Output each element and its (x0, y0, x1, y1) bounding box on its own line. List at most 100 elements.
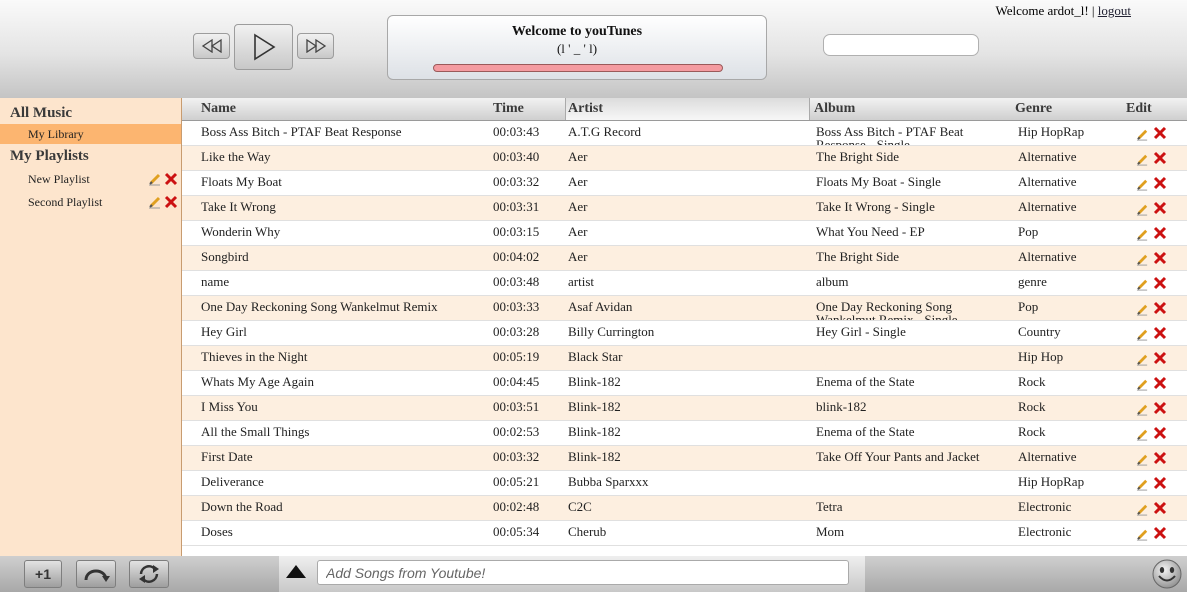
song-album: blink-182 (816, 399, 867, 414)
edit-cell (1136, 221, 1170, 245)
delete-icon[interactable] (1153, 125, 1167, 145)
pencil-icon[interactable] (1136, 176, 1149, 195)
delete-icon[interactable] (1153, 150, 1167, 170)
delete-icon[interactable] (1153, 425, 1167, 445)
song-genre: Hip HopRap (1018, 474, 1085, 489)
sidebar-item-playlist[interactable]: New Playlist (0, 169, 181, 189)
pencil-icon[interactable] (1136, 301, 1149, 320)
column-header-time[interactable]: Time (493, 98, 565, 120)
pencil-icon[interactable] (1136, 526, 1149, 545)
shuffle-loop-button[interactable] (129, 560, 169, 588)
delete-icon[interactable] (1153, 200, 1167, 220)
pencil-icon[interactable] (1136, 151, 1149, 170)
table-row[interactable]: Whats My Age Again 00:04:45 Blink-182 Enema… (182, 371, 1187, 396)
pencil-icon[interactable] (1136, 226, 1149, 245)
delete-icon[interactable] (1153, 250, 1167, 270)
table-row[interactable]: Boss Ass Bitch - PTAF Beat Response 00:03… (182, 121, 1187, 146)
pencil-icon[interactable] (1136, 251, 1149, 270)
table-row[interactable]: Deliverance 00:05:21 Bubba Sparxxx Hip HopR… (182, 471, 1187, 496)
song-table: Boss Ass Bitch - PTAF Beat Response 00:03… (182, 121, 1187, 556)
repeat-one-button[interactable] (76, 560, 116, 588)
delete-icon[interactable] (1153, 400, 1167, 420)
song-time: 00:02:48 (493, 499, 540, 514)
song-name: Take It Wrong (201, 199, 276, 214)
delete-icon[interactable] (1153, 475, 1167, 495)
add-song-input[interactable] (317, 560, 849, 585)
table-row[interactable]: Like the Way 00:03:40 Aer The Bright Side Al… (182, 146, 1187, 171)
column-header-album[interactable]: Album (814, 98, 1014, 120)
pencil-icon[interactable] (1136, 376, 1149, 395)
delete-icon[interactable] (1153, 375, 1167, 395)
expand-up-icon[interactable] (285, 564, 307, 580)
delete-icon[interactable] (1153, 300, 1167, 320)
song-album: Hey Girl - Single (816, 324, 906, 339)
column-header-genre[interactable]: Genre (1015, 98, 1115, 120)
delete-icon[interactable] (164, 195, 178, 209)
pencil-icon[interactable] (1136, 326, 1149, 345)
logout-link[interactable]: logout (1098, 3, 1131, 18)
table-row[interactable]: name 00:03:48 artist album genre (182, 271, 1187, 296)
table-row[interactable]: Down the Road 00:02:48 C2C Tetra Electronic (182, 496, 1187, 521)
song-album: Enema of the State (816, 424, 915, 439)
song-artist: artist (568, 274, 594, 289)
table-row[interactable]: Songbird 00:04:02 Aer The Bright Side Altern… (182, 246, 1187, 271)
song-album: What You Need - EP (816, 224, 925, 239)
pencil-icon[interactable] (1136, 276, 1149, 295)
delete-icon[interactable] (164, 172, 178, 186)
pencil-icon[interactable] (1136, 501, 1149, 520)
song-album: Enema of the State (816, 374, 915, 389)
delete-icon[interactable] (1153, 500, 1167, 520)
delete-icon[interactable] (1153, 275, 1167, 295)
delete-icon[interactable] (1153, 350, 1167, 370)
all-music-heading: All Music (10, 105, 73, 121)
pencil-icon[interactable] (1136, 401, 1149, 420)
pencil-icon[interactable] (1136, 476, 1149, 495)
table-row[interactable]: One Day Reckoning Song Wankelmut Remix 00… (182, 296, 1187, 321)
sidebar-item-playlist[interactable]: Second Playlist (0, 192, 181, 212)
table-row[interactable]: Floats My Boat 00:03:32 Aer Floats My Boat … (182, 171, 1187, 196)
delete-icon[interactable] (1153, 325, 1167, 345)
delete-icon[interactable] (1153, 525, 1167, 545)
sidebar-item-my-library[interactable]: My Library (0, 124, 181, 144)
pencil-icon[interactable] (1136, 201, 1149, 220)
play-button[interactable] (234, 24, 293, 70)
delete-icon[interactable] (1153, 175, 1167, 195)
welcome-text: Welcome ardot_l! | (995, 3, 1095, 18)
song-time: 00:03:32 (493, 174, 540, 189)
song-artist: Aer (568, 249, 588, 264)
table-row[interactable]: First Date 00:03:32 Blink-182 Take Off Your… (182, 446, 1187, 471)
table-row[interactable]: Wonderin Why 00:03:15 Aer What You Need - E… (182, 221, 1187, 246)
delete-icon[interactable] (1153, 450, 1167, 470)
table-row[interactable]: Doses 00:05:34 Cherub Mom Electronic (182, 521, 1187, 546)
song-name: I Miss You (201, 399, 258, 414)
fast-forward-button[interactable] (297, 33, 334, 59)
plus-one-button[interactable]: +1 (24, 560, 62, 588)
column-header-name[interactable]: Name (201, 98, 491, 120)
search-input[interactable] (823, 34, 979, 56)
table-row[interactable]: Take It Wrong 00:03:31 Aer Take It Wrong - … (182, 196, 1187, 221)
song-album: Take Off Your Pants and Jacket (816, 449, 980, 464)
progress-bar[interactable] (433, 64, 723, 72)
song-name: One Day Reckoning Song Wankelmut Remix (201, 299, 438, 314)
now-playing-panel: Welcome to youTunes (l ' _ ' l) (387, 15, 767, 80)
sidebar-item-label: Second Playlist (28, 195, 103, 209)
table-row[interactable]: Hey Girl 00:03:28 Billy Currington Hey Girl… (182, 321, 1187, 346)
pencil-icon[interactable] (1136, 451, 1149, 470)
table-row[interactable]: Thieves in the Night 00:05:19 Black Star Hi… (182, 346, 1187, 371)
rewind-button[interactable] (193, 33, 230, 59)
song-time: 00:03:31 (493, 199, 540, 214)
pencil-icon[interactable] (1136, 126, 1149, 145)
pencil-icon[interactable] (1136, 351, 1149, 370)
pencil-icon[interactable] (148, 172, 162, 186)
delete-icon[interactable] (1153, 225, 1167, 245)
table-row[interactable]: I Miss You 00:03:51 Blink-182 blink-182 Rock (182, 396, 1187, 421)
edit-cell (1136, 471, 1170, 495)
sidebar: All Music My Library My Playlists New Pl… (0, 98, 182, 556)
column-header-artist[interactable]: Artist (565, 98, 810, 120)
smiley-icon[interactable] (1151, 558, 1183, 590)
edit-cell (1136, 271, 1170, 295)
pencil-icon[interactable] (1136, 426, 1149, 445)
top-bar: Welcome to youTunes (l ' _ ' l) Welcome … (0, 0, 1187, 98)
table-row[interactable]: All the Small Things 00:02:53 Blink-182 Ene… (182, 421, 1187, 446)
pencil-icon[interactable] (148, 195, 162, 209)
